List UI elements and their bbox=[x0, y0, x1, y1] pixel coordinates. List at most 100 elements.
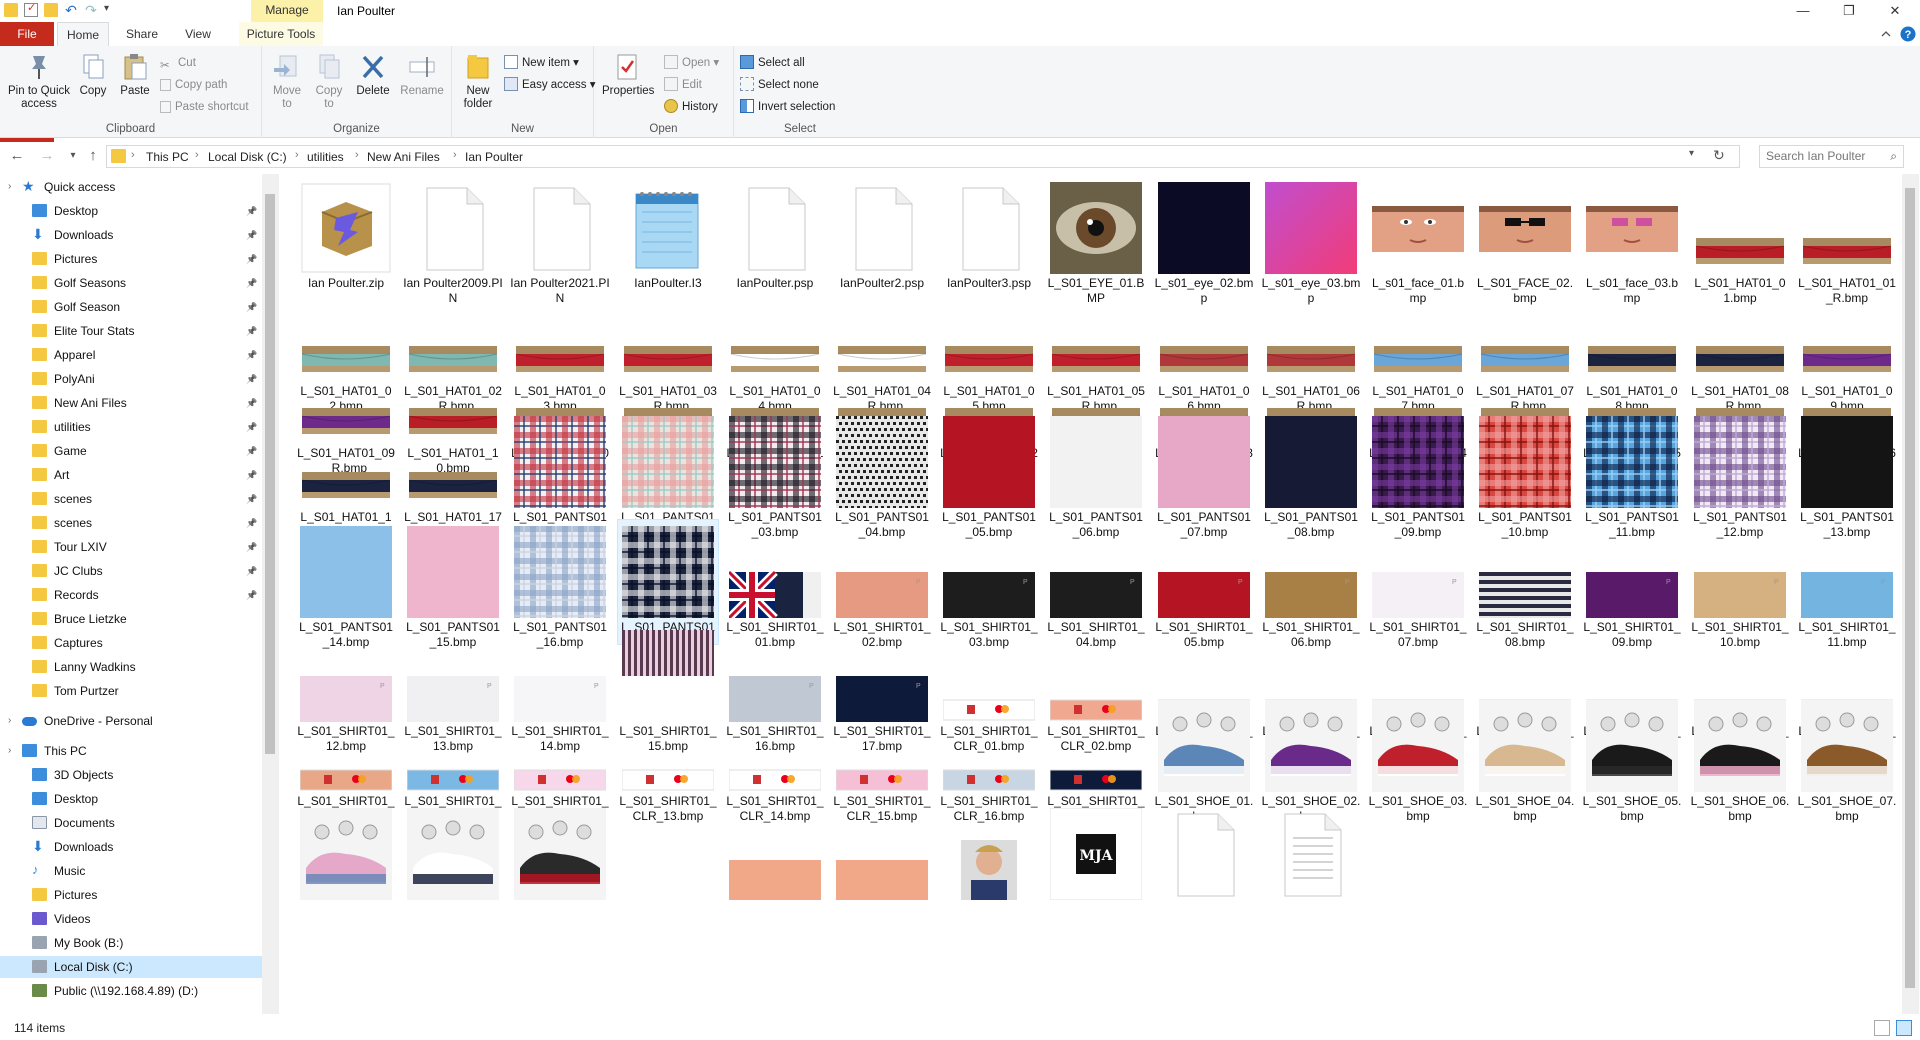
breadcrumb-separator[interactable]: › bbox=[195, 149, 199, 161]
breadcrumb-separator[interactable]: › bbox=[453, 149, 457, 161]
file-item[interactable]: L_S01_PANTS01_10.bmp bbox=[1475, 410, 1575, 539]
nav-item[interactable]: Apparel 📌 bbox=[0, 344, 262, 366]
copy-path-button[interactable]: Copy path bbox=[160, 76, 227, 94]
nav-item[interactable]: scenes 📌 bbox=[0, 512, 262, 534]
move-to-button[interactable]: Move to bbox=[268, 52, 306, 111]
file-item[interactable]: L_S01_PANTS01_06.bmp bbox=[1046, 410, 1146, 539]
nav-item[interactable]: Pictures bbox=[0, 884, 262, 906]
content-scrollbar[interactable] bbox=[1902, 174, 1919, 1014]
file-item[interactable]: L_S01_PANTS01_12.bmp bbox=[1690, 410, 1790, 539]
properties-button[interactable]: Properties bbox=[602, 52, 654, 98]
file-item[interactable]: L_S01_SHIRT01_CLR_10.bmp bbox=[296, 694, 396, 823]
nav-item[interactable]: ⬇ Downloads 📌 bbox=[0, 224, 262, 246]
tab-picture-tools[interactable]: Picture Tools bbox=[239, 22, 323, 46]
help-icon[interactable]: ? bbox=[1900, 26, 1916, 42]
file-item[interactable]: L_S01_PANTS01_01.bmp bbox=[510, 410, 610, 539]
file-item[interactable]: L_s01_eye_03.bmp bbox=[1261, 176, 1361, 305]
folder-icon[interactable] bbox=[4, 3, 18, 17]
nav-item[interactable]: ⬇ Downloads bbox=[0, 836, 262, 858]
nav-item[interactable]: utilities 📌 bbox=[0, 416, 262, 438]
nav-item[interactable]: PolyAni 📌 bbox=[0, 368, 262, 390]
file-item[interactable]: L_S01_SHIRT01_CLR_12.bmp bbox=[510, 694, 610, 823]
file-item[interactable]: MJA bbox=[1046, 802, 1146, 926]
address-dropdown-icon[interactable]: ▾ bbox=[1689, 148, 1694, 159]
file-item[interactable]: L_S01_PANTS01_13.bmp bbox=[1797, 410, 1897, 539]
nav-item[interactable]: Tour LXIV 📌 bbox=[0, 536, 262, 558]
file-item[interactable]: IanPoulter.psp bbox=[725, 176, 825, 300]
file-item[interactable]: L_S01_PANTS01_05.bmp bbox=[939, 410, 1039, 539]
breadcrumb-separator[interactable]: › bbox=[355, 149, 359, 161]
file-item[interactable]: L_S01_PANTS01_07.bmp bbox=[1154, 410, 1254, 539]
address-bar[interactable]: › This PC › Local Disk (C:) › utilities … bbox=[106, 145, 1740, 168]
file-item[interactable]: L_S01_PANTS01_08.bmp bbox=[1261, 410, 1361, 539]
file-item[interactable]: L_S01_SHIRT01_CLR_14.bmp bbox=[725, 694, 825, 823]
file-item[interactable]: L_S01_PANTS01_11.bmp bbox=[1582, 410, 1682, 539]
file-item[interactable]: L_S01_FACE_02.bmp bbox=[1475, 176, 1575, 305]
nav-item[interactable]: Videos bbox=[0, 908, 262, 930]
file-item[interactable]: L_S01_PANTS01_04.bmp bbox=[832, 410, 932, 539]
breadcrumb-separator[interactable]: › bbox=[295, 149, 299, 161]
nav-item[interactable]: Game 📌 bbox=[0, 440, 262, 462]
file-item[interactable]: L_S01_HAT01_17_R.bmp bbox=[403, 410, 503, 539]
file-item[interactable]: L_S01_HAT01_01_R.bmp bbox=[1797, 176, 1897, 305]
nav-item[interactable]: Local Disk (C:) bbox=[0, 956, 262, 978]
file-item[interactable]: L_S01_SHOE_05.bmp bbox=[1582, 694, 1682, 823]
large-icons-view-button[interactable] bbox=[1896, 1020, 1912, 1036]
file-item[interactable]: L_S01_SHOE_07.bmp bbox=[1797, 694, 1897, 823]
file-item[interactable]: L_S01_SHOE_06.bmp bbox=[1690, 694, 1790, 823]
customize-toolbar-icon[interactable]: ▾ bbox=[104, 3, 118, 17]
nav-item[interactable]: Pictures 📌 bbox=[0, 248, 262, 270]
file-item[interactable]: L_S01_SHIRT01_CLR_16.bmp bbox=[939, 694, 1039, 823]
file-item[interactable] bbox=[403, 802, 503, 926]
nav-item[interactable]: › This PC bbox=[0, 740, 262, 762]
new-folder-button[interactable]: New folder bbox=[458, 52, 498, 111]
properties-icon[interactable] bbox=[24, 1, 38, 17]
tab-home[interactable]: Home bbox=[57, 22, 109, 46]
file-item[interactable]: L_S01_PANTS01_09.bmp bbox=[1368, 410, 1468, 539]
tab-share[interactable]: Share bbox=[118, 22, 166, 46]
file-item[interactable]: L_S01_SHIRT01_CLR_13.bmp bbox=[618, 694, 718, 823]
file-item[interactable]: L_s01_face_01.bmp bbox=[1368, 176, 1468, 305]
nav-item[interactable]: Golf Seasons 📌 bbox=[0, 272, 262, 294]
file-item[interactable]: L_S01_SHOE_04.bmp bbox=[1475, 694, 1575, 823]
forward-button[interactable]: → bbox=[36, 146, 58, 166]
select-none-button[interactable]: Select none bbox=[740, 76, 819, 94]
file-item[interactable]: L_S01_SHOE_03.bmp bbox=[1368, 694, 1468, 823]
file-item[interactable] bbox=[725, 802, 825, 926]
file-item[interactable] bbox=[939, 802, 1039, 926]
breadcrumb-new-ani-files[interactable]: New Ani Files bbox=[367, 150, 440, 164]
nav-item[interactable]: 3D Objects bbox=[0, 764, 262, 786]
breadcrumb-this-pc[interactable]: This PC bbox=[146, 150, 189, 164]
delete-button[interactable]: Delete bbox=[354, 52, 392, 98]
rename-button[interactable]: Rename bbox=[400, 52, 444, 98]
nav-item[interactable]: Desktop bbox=[0, 788, 262, 810]
file-item[interactable]: L_S01_SHIRT01_CLR_15.bmp bbox=[832, 694, 932, 823]
file-item[interactable]: L_S01_SHOE_02.bmp bbox=[1261, 694, 1361, 823]
nav-item[interactable]: Art 📌 bbox=[0, 464, 262, 486]
pin-quick-access-button[interactable]: Pin to Quick access bbox=[4, 52, 74, 111]
nav-item[interactable]: Elite Tour Stats 📌 bbox=[0, 320, 262, 342]
select-all-button[interactable]: Select all bbox=[740, 54, 805, 72]
nav-item[interactable]: Captures bbox=[0, 632, 262, 654]
open-button[interactable]: Open ▾ bbox=[664, 54, 719, 72]
breadcrumb-ian-poulter[interactable]: Ian Poulter bbox=[465, 150, 523, 164]
file-item[interactable]: L_s01_eye_02.bmp bbox=[1154, 176, 1254, 305]
file-item[interactable]: Ian Poulter2009.PIN bbox=[403, 176, 503, 305]
nav-item[interactable]: JC Clubs 📌 bbox=[0, 560, 262, 582]
cut-button[interactable]: ✂ Cut bbox=[160, 54, 196, 72]
back-button[interactable]: ← bbox=[6, 146, 28, 166]
paste-shortcut-button[interactable]: Paste shortcut bbox=[160, 98, 249, 116]
nav-item[interactable]: Bruce Lietzke bbox=[0, 608, 262, 630]
nav-item[interactable]: Desktop 📌 bbox=[0, 200, 262, 222]
copy-button[interactable]: Copy bbox=[76, 52, 110, 98]
breadcrumb-separator[interactable]: › bbox=[131, 149, 135, 161]
file-item[interactable]: IanPoulter3.psp bbox=[939, 176, 1039, 300]
nav-item[interactable]: My Book (B:) bbox=[0, 932, 262, 954]
nav-item[interactable]: Documents bbox=[0, 812, 262, 834]
expand-chevron-icon[interactable]: › bbox=[8, 176, 11, 198]
nav-item[interactable]: › ★ Quick access bbox=[0, 176, 262, 198]
nav-item[interactable]: Lanny Wadkins bbox=[0, 656, 262, 678]
nav-item[interactable]: › OneDrive - Personal bbox=[0, 710, 262, 732]
nav-item[interactable]: New Ani Files 📌 bbox=[0, 392, 262, 414]
up-button[interactable]: ↑ bbox=[82, 146, 104, 166]
